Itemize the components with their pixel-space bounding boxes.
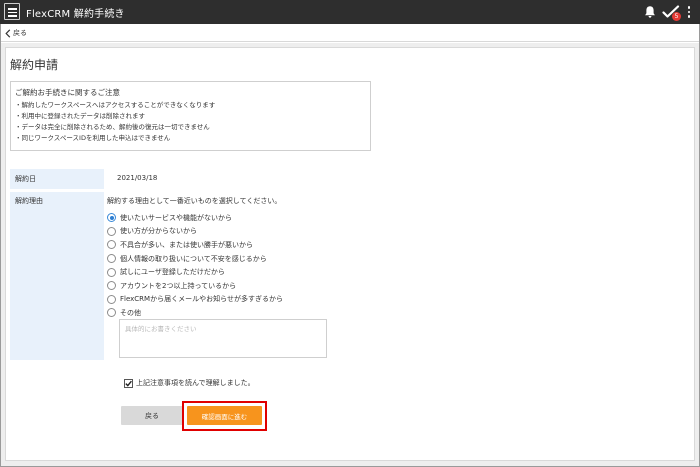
checkbox-checked-icon[interactable] — [124, 378, 133, 388]
reason-option[interactable]: 使い方が分からないから — [107, 225, 283, 239]
menu-icon[interactable] — [4, 3, 20, 20]
agree-label: 上記注意事項を読んで理解しました。 — [136, 379, 255, 387]
radio-button[interactable] — [107, 226, 116, 236]
notice-list: ・解約したワークスペースへはアクセスすることができなくなります ・利用中に登録さ… — [15, 100, 215, 144]
date-label-cell: 解約日 — [10, 169, 104, 189]
radio-button[interactable] — [107, 308, 116, 318]
reason-option[interactable]: 不具合が多い、または使い勝手が悪いから — [107, 238, 283, 252]
reason-option[interactable]: その他 — [107, 306, 283, 320]
back-button[interactable]: 戻る — [121, 406, 183, 425]
notification-badge: 5 — [672, 12, 681, 21]
back-link-label: 戻る — [13, 29, 27, 37]
notice-heading: ご解約お手続きに関するご注意 — [15, 88, 120, 97]
radio-button[interactable] — [107, 254, 116, 264]
reason-option[interactable]: アカウントを2つ以上持っているから — [107, 279, 283, 293]
reason-option[interactable]: 個人情報の取り扱いについて不安を感じるから — [107, 252, 283, 266]
radio-button[interactable] — [107, 240, 116, 250]
reason-radio-group: 使いたいサービスや機能がないから 使い方が分からないから 不具合が多い、または使… — [107, 211, 283, 320]
reason-option[interactable]: 試しにユーザ登録しただけだから — [107, 265, 283, 279]
reason-label-cell: 解約理由 — [10, 192, 104, 360]
radio-button[interactable] — [107, 213, 116, 223]
page-title: 解約申請 — [10, 58, 59, 72]
other-reason-textarea[interactable] — [119, 319, 327, 358]
date-value: 2021/03/18 — [117, 174, 158, 182]
reason-option-label: 不具合が多い、または使い勝手が悪いから — [120, 240, 253, 249]
reason-option-label: 使いたいサービスや機能がないから — [120, 213, 232, 222]
reason-option[interactable]: FlexCRMから届くメールやお知らせが多すぎるから — [107, 293, 283, 307]
bell-icon[interactable] — [643, 5, 657, 19]
notice-item: ・データは完全に削除されるため、解約後の復元は一切できません — [15, 123, 210, 131]
notice-item: ・解約したワークスペースへはアクセスすることができなくなります — [15, 101, 216, 109]
radio-button[interactable] — [107, 294, 116, 304]
reason-option-label: その他 — [120, 308, 141, 317]
reason-label: 解約理由 — [15, 197, 43, 205]
reason-option-label: 試しにユーザ登録しただけだから — [120, 268, 225, 277]
notice-item: ・同じワークスペースIDを利用した申込はできません — [15, 134, 171, 142]
reason-option[interactable]: 使いたいサービスや機能がないから — [107, 211, 283, 225]
notice-item: ・利用中に登録されたデータは削除されます — [15, 112, 145, 120]
back-link[interactable]: 戻る — [5, 27, 27, 39]
date-label: 解約日 — [15, 175, 36, 183]
confirm-button[interactable]: 確認画面に進む — [187, 406, 262, 425]
top-bar: FlexCRM 解約手続き 5 — [0, 0, 700, 24]
agree-checkbox-row[interactable]: 上記注意事項を読んで理解しました。 — [124, 378, 255, 388]
reason-option-label: アカウントを2つ以上持っているから — [120, 281, 237, 290]
back-bar: 戻る — [1, 24, 699, 42]
reason-option-label: 使い方が分からないから — [120, 227, 197, 236]
reason-instruction: 解約する理由として一番近いものを選択してください。 — [107, 197, 282, 205]
chevron-left-icon — [5, 28, 11, 38]
reason-option-label: 個人情報の取り扱いについて不安を感じるから — [120, 254, 267, 263]
radio-button[interactable] — [107, 267, 116, 277]
app-title: FlexCRM 解約手続き — [26, 9, 125, 20]
notice-box: ご解約お手続きに関するご注意 ・解約したワークスペースへはアクセスすることができ… — [10, 81, 371, 151]
radio-button[interactable] — [107, 281, 116, 291]
reason-option-label: FlexCRMから届くメールやお知らせが多すぎるから — [120, 295, 283, 304]
more-vertical-icon[interactable] — [686, 5, 692, 19]
